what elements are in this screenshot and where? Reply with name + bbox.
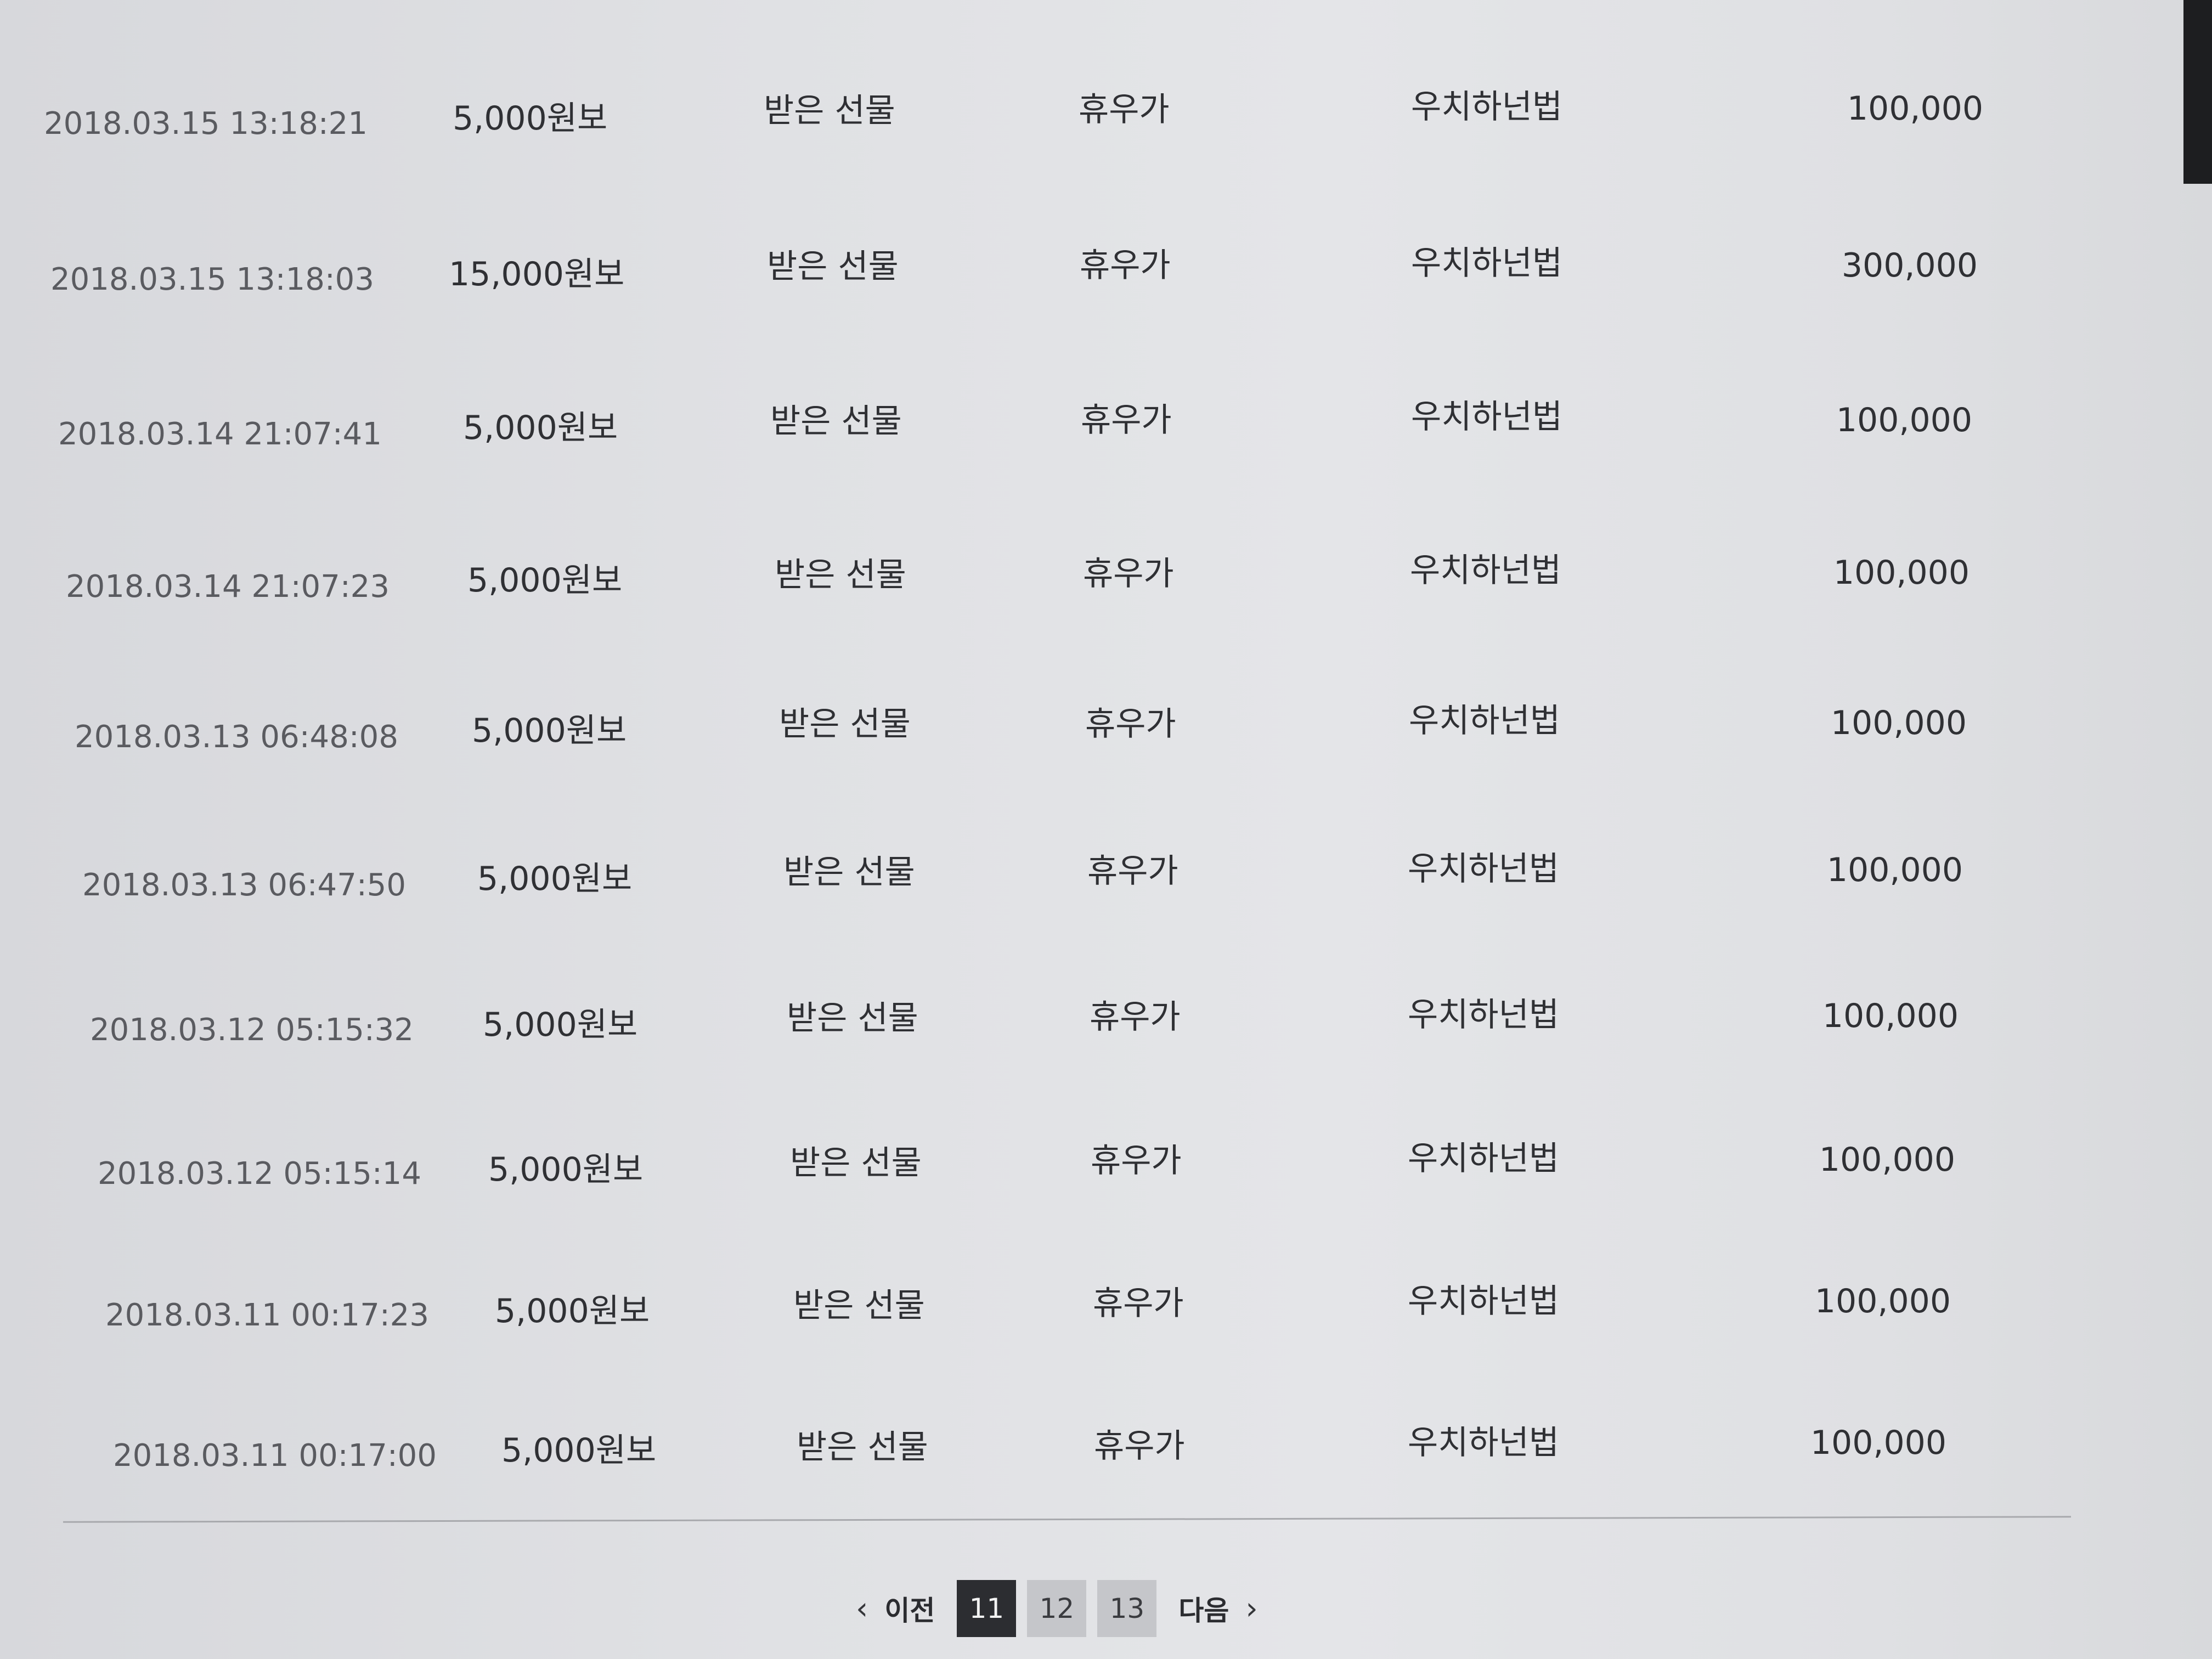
chevron-right-icon: ›	[1245, 1590, 1258, 1627]
row-date: 2018.03.13 06:47:50	[82, 867, 406, 903]
row-amount: 5,000원보	[477, 860, 633, 898]
screen: 2018.03.15 13:18:21 5,000원보 받은 선물 휴우가 우치…	[0, 0, 2212, 1659]
row-user: 우치하넌법	[1408, 1139, 1559, 1178]
chevron-left-icon: ‹	[856, 1590, 868, 1627]
row-type: 받은 선물	[779, 705, 911, 743]
row-amount: 5,000원보	[495, 1292, 650, 1330]
page-button-11[interactable]: 11	[957, 1580, 1017, 1637]
row-points: 100,000	[1826, 851, 1963, 889]
row-name: 휴우가	[1093, 1284, 1184, 1323]
row-type: 받은 선물	[787, 999, 918, 1037]
row-user: 우치하넌법	[1411, 398, 1562, 436]
row-date: 2018.03.14 21:07:23	[66, 569, 390, 605]
pagination: ‹ 이전 11 12 13 다음 ›	[845, 1580, 1269, 1637]
row-amount: 5,000원보	[483, 1006, 638, 1044]
row-name: 휴우가	[1091, 1142, 1182, 1180]
row-name: 휴우가	[1094, 1427, 1185, 1465]
row-date: 2018.03.12 05:15:14	[98, 1156, 421, 1192]
row-points: 100,000	[1833, 554, 1970, 592]
row-date: 2018.03.11 00:17:00	[113, 1438, 437, 1474]
row-date: 2018.03.14 21:07:41	[58, 416, 382, 452]
row-amount: 5,000원보	[472, 712, 627, 750]
table-row: 2018.03.11 00:17:00 5,000원보 받은 선물 휴우가 우치…	[0, 0, 2212, 1471]
row-amount: 5,000원보	[488, 1150, 644, 1189]
row-name: 휴우가	[1081, 401, 1172, 439]
page-button-13[interactable]: 13	[1097, 1580, 1157, 1637]
row-user: 우치하넌법	[1410, 551, 1561, 590]
next-page-label: 다음	[1178, 1595, 1229, 1627]
page-button-12[interactable]: 12	[1027, 1580, 1087, 1637]
row-points: 100,000	[1810, 1424, 1946, 1462]
row-points: 100,000	[1814, 1282, 1951, 1321]
row-user: 우치하넌법	[1411, 244, 1562, 283]
prev-page-button[interactable]: ‹ 이전	[845, 1580, 946, 1637]
next-page-button[interactable]: 다음 ›	[1167, 1580, 1268, 1637]
row-user: 우치하넌법	[1408, 1282, 1559, 1321]
row-name: 휴우가	[1085, 705, 1176, 743]
row-user: 우치하넌법	[1408, 996, 1559, 1034]
row-amount: 15,000원보	[449, 255, 625, 294]
row-points: 100,000	[1822, 997, 1959, 1035]
row-user: 우치하넌법	[1408, 1424, 1559, 1462]
row-type: 받은 선물	[770, 402, 902, 441]
row-amount: 5,000원보	[501, 1431, 657, 1470]
row-amount: 5,000원보	[463, 409, 618, 447]
row-user: 우치하넌법	[1408, 850, 1559, 888]
row-type: 받은 선물	[790, 1144, 922, 1182]
row-date: 2018.03.15 13:18:03	[50, 262, 374, 297]
row-type: 받은 선물	[775, 556, 906, 594]
row-name: 휴우가	[1080, 246, 1171, 285]
row-points: 300,000	[1841, 246, 1978, 285]
row-name: 휴우가	[1083, 555, 1174, 593]
row-name: 휴우가	[1087, 852, 1178, 890]
prev-page-label: 이전	[884, 1595, 935, 1627]
row-name: 휴우가	[1090, 998, 1181, 1036]
row-type: 받은 선물	[767, 247, 899, 286]
row-amount: 5,000원보	[467, 561, 623, 600]
row-points: 100,000	[1836, 401, 1972, 439]
row-type: 받은 선물	[793, 1286, 925, 1325]
gift-history-table: 2018.03.15 13:18:21 5,000원보 받은 선물 휴우가 우치…	[0, 0, 2212, 1525]
row-type: 받은 선물	[783, 853, 915, 891]
row-date: 2018.03.12 05:15:32	[90, 1012, 414, 1048]
row-date: 2018.03.11 00:17:23	[105, 1297, 429, 1333]
row-points: 100,000	[1830, 704, 1967, 742]
row-user: 우치하넌법	[1409, 702, 1560, 740]
row-type: 받은 선물	[797, 1428, 928, 1466]
row-date: 2018.03.13 06:48:08	[75, 719, 398, 755]
row-points: 100,000	[1819, 1141, 1955, 1179]
